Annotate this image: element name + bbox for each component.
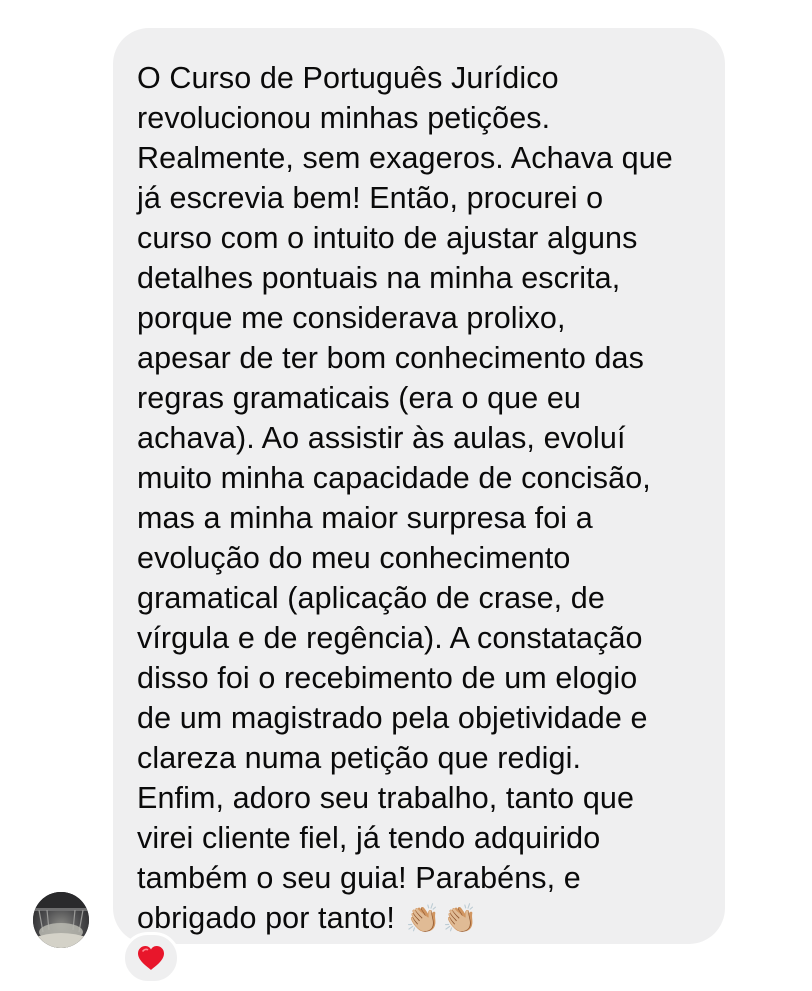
message-line: evolução do meu conhecimento (137, 541, 571, 575)
message-line: O Curso de Português Jurídico (137, 61, 559, 95)
message-last-line: obrigado por tanto! 👏🏼👏🏼 (137, 898, 697, 939)
reaction-badge[interactable] (122, 932, 180, 984)
message-line: mas a minha maior surpresa foi a (137, 501, 593, 535)
avatar[interactable] (33, 892, 89, 948)
message-line: disso foi o recebimento de um elogio (137, 661, 638, 695)
message-line: já escrevia bem! Então, procurei o (137, 181, 604, 215)
message-line: porque me considerava prolixo, (137, 301, 566, 335)
message-line: gramatical (aplicação de crase, de (137, 581, 605, 615)
clapping-hands-icon: 👏🏼 (405, 903, 441, 934)
message-line: vírgula e de regência). A constatação (137, 621, 643, 655)
message-line: de um magistrado pela objetividade e (137, 701, 648, 735)
message-line: virei cliente fiel, já tendo adquirido (137, 821, 601, 855)
incoming-message-row: O Curso de Português Jurídico revolucion… (0, 0, 812, 991)
message-line: regras gramaticais (era o que eu (137, 381, 581, 415)
message-line: Enfim, adoro seu trabalho, tanto que (137, 781, 635, 815)
message-line: achava). Ao assistir às aulas, evoluí (137, 421, 626, 455)
red-heart-icon (138, 946, 164, 970)
message-bubble[interactable]: O Curso de Português Jurídico revolucion… (113, 28, 725, 944)
profile-photo (33, 892, 89, 948)
message-line: apesar de ter bom conhecimento das (137, 341, 644, 375)
message-line: clareza numa petição que redigi. (137, 741, 582, 775)
message-line: Realmente, sem exageros. Achava que (137, 141, 673, 175)
message-line: revolucionou minhas petições. (137, 101, 551, 135)
message-line: obrigado por tanto! (137, 901, 395, 935)
message-line: curso com o intuito de ajustar alguns (137, 221, 638, 255)
message-line: detalhes pontuais na minha escrita, (137, 261, 621, 295)
clapping-hands-icon: 👏🏼 (442, 903, 478, 934)
message-line: também o seu guia! Parabéns, e (137, 861, 581, 895)
message-line: muito minha capacidade de concisão, (137, 461, 651, 495)
